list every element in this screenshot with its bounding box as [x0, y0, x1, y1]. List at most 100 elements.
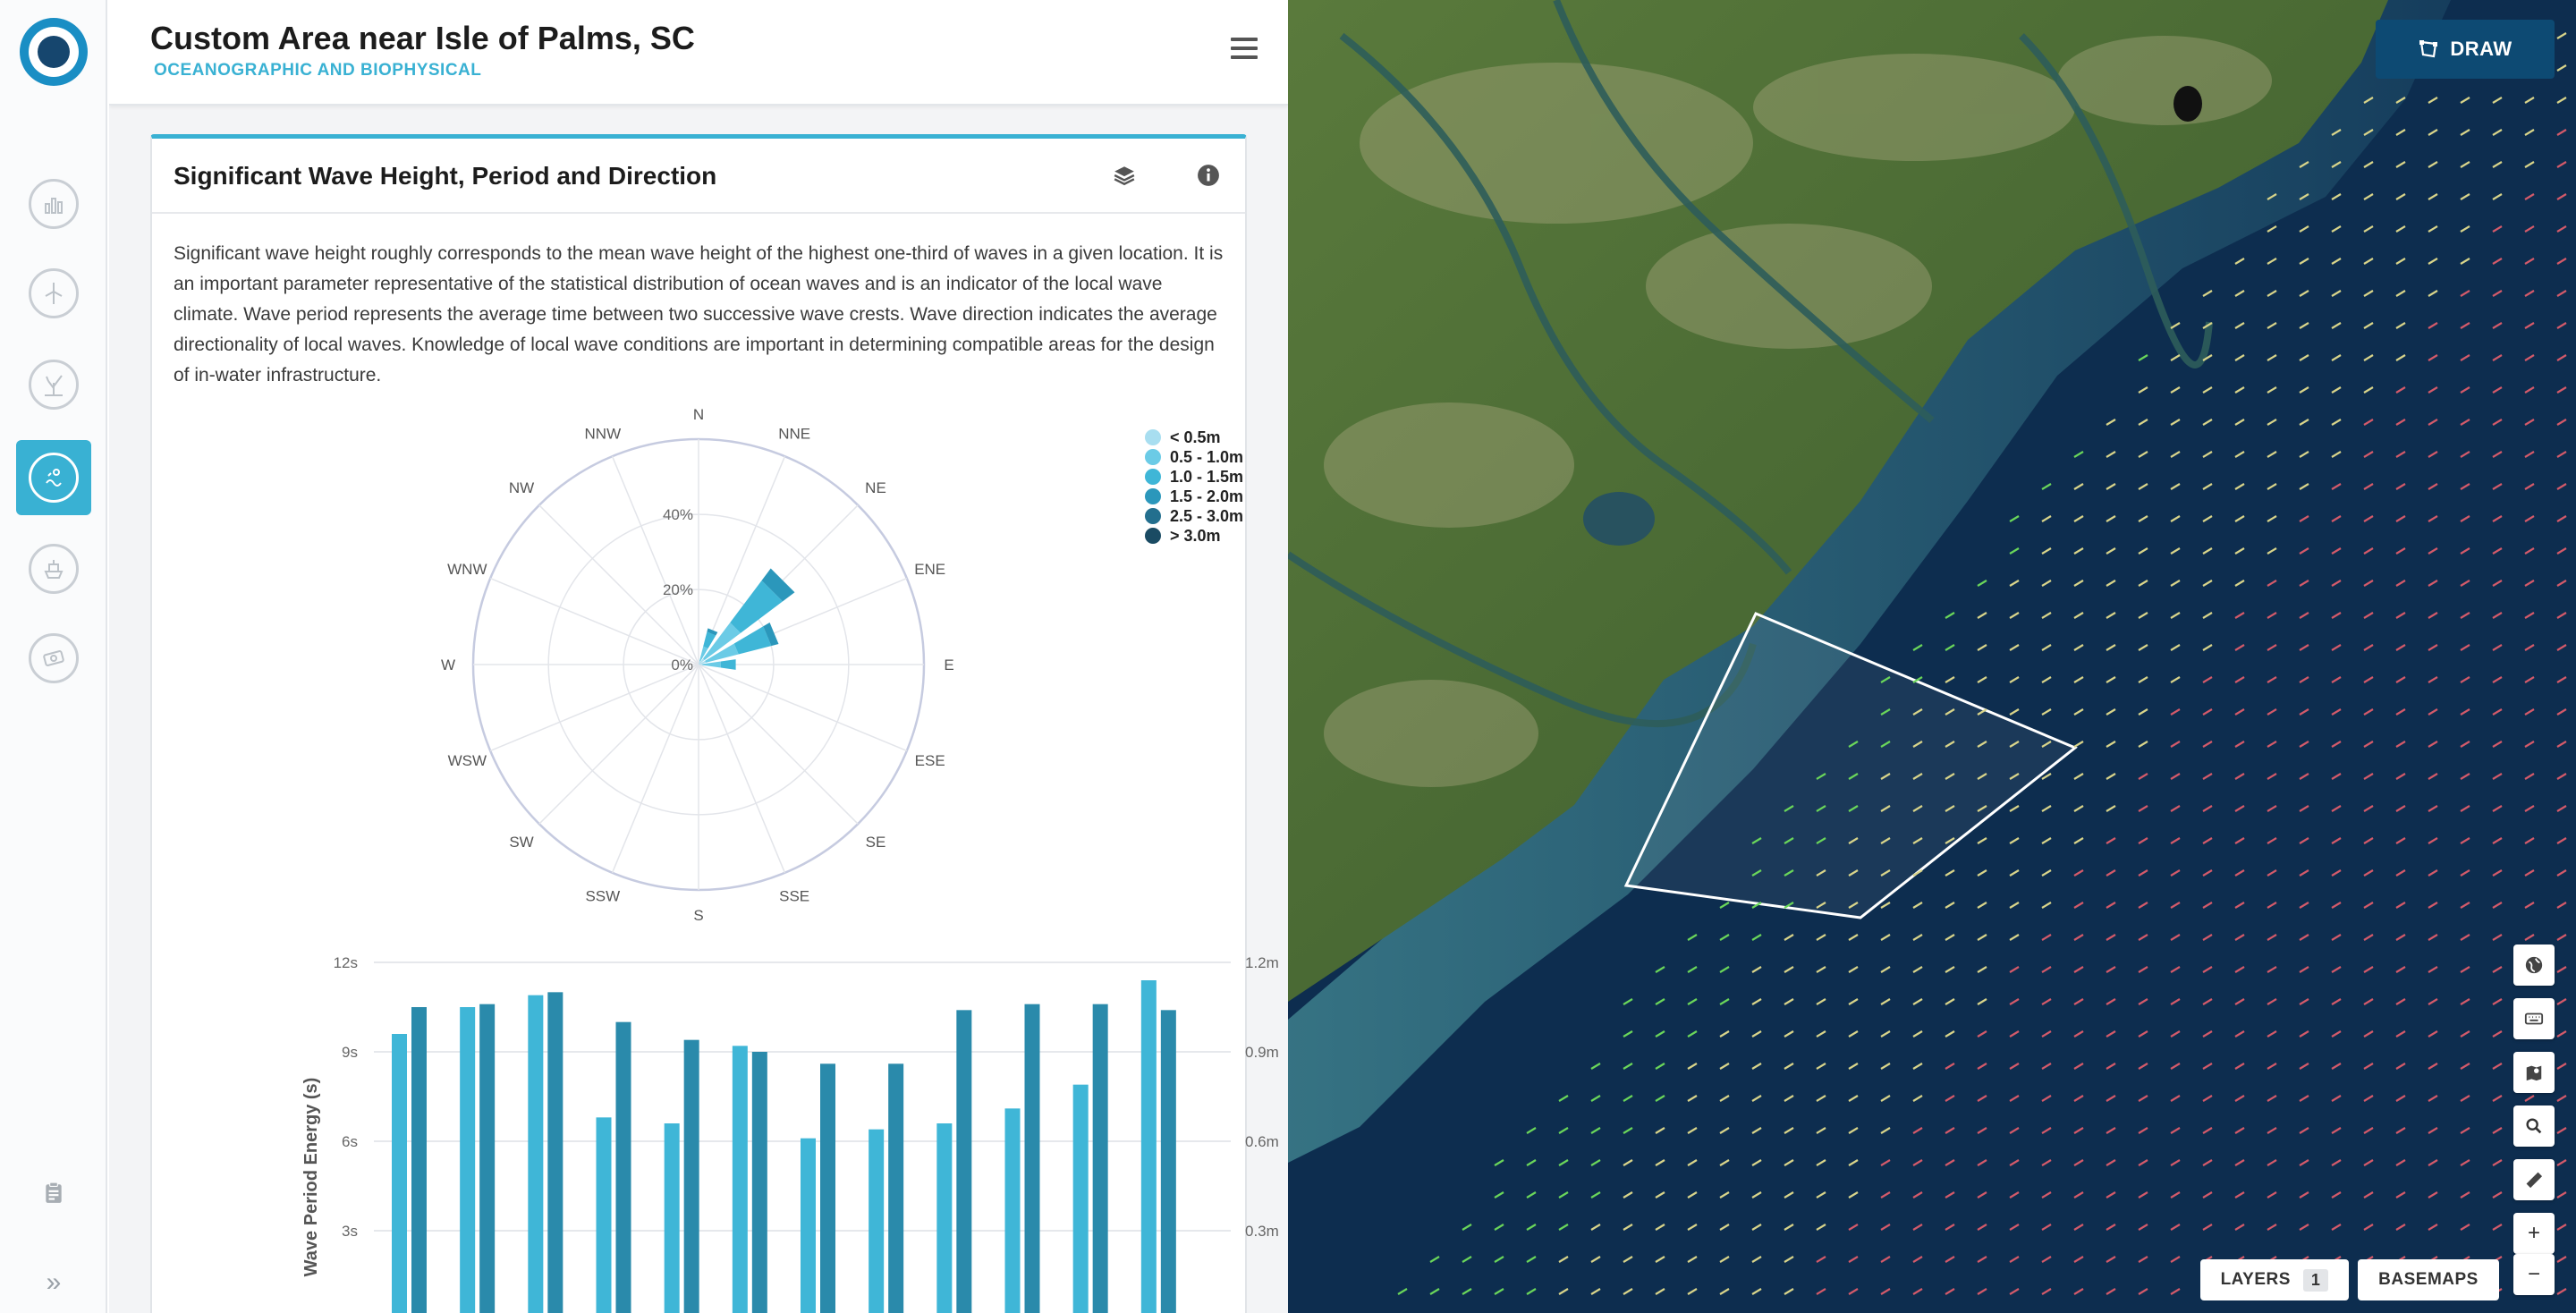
- draw-button-label: DRAW: [2450, 38, 2512, 60]
- page-title: Custom Area near Isle of Palms, SC: [150, 20, 695, 56]
- wind-turbine-icon[interactable]: [29, 268, 79, 318]
- bar-labels: 12s 9s 6s 3s 1.2m 0.9m 0.6m 0.3m Wave Period Ene…: [301, 954, 1279, 1277]
- legend-swatch: [1145, 429, 1161, 445]
- oceanographic-icon-ring: [29, 453, 79, 503]
- rose-spoke: [611, 664, 699, 874]
- zoom-in-button[interactable]: +: [2513, 1213, 2555, 1254]
- height-bar: [683, 1039, 699, 1313]
- rose-radial-tick: 20%: [663, 581, 693, 598]
- wave-period-height-chart: 12s 9s 6s 3s 1.2m 0.9m 0.6m 0.3m Wave Period Ene…: [301, 954, 1279, 1313]
- height-bar: [615, 1021, 631, 1313]
- period-bar: [732, 1046, 748, 1313]
- rose-spoke: [698, 664, 786, 874]
- oceanographic-icon[interactable]: [16, 440, 91, 515]
- bar-ytick: 9s: [342, 1044, 358, 1061]
- legend-item: 0.5 - 1.0m: [1145, 447, 1243, 467]
- period-bar: [664, 1123, 680, 1313]
- rose-direction-label: WNW: [447, 561, 487, 578]
- layers-count-badge: 1: [2302, 1268, 2329, 1292]
- coral-icon[interactable]: [29, 360, 79, 410]
- legend-swatch: [1145, 508, 1161, 524]
- rose-direction-label: E: [944, 656, 953, 673]
- period-bar: [1140, 980, 1157, 1313]
- legend-label: 1.5 - 2.0m: [1170, 487, 1244, 505]
- zoom-out-label: −: [2527, 1262, 2540, 1286]
- layers-button[interactable]: LAYERS 1: [2200, 1259, 2349, 1300]
- map-pin-icon[interactable]: [2513, 1052, 2555, 1093]
- bar-ytick: 6s: [342, 1133, 358, 1150]
- height-bar: [956, 1010, 972, 1313]
- bar-ylabel: Wave Period Energy (s): [301, 1078, 321, 1277]
- globe-icon[interactable]: [2513, 945, 2555, 986]
- satellite-map[interactable]: [1288, 0, 2576, 1313]
- page-subtitle: OCEANOGRAPHIC AND BIOPHYSICAL: [154, 61, 482, 80]
- rose-spoke: [538, 664, 699, 825]
- rose-direction-label: WSW: [448, 752, 487, 769]
- rose-direction-label: SW: [509, 834, 533, 851]
- layers-label: LAYERS: [2220, 1270, 2291, 1289]
- rose-direction-label: S: [693, 907, 703, 924]
- card-header: Significant Wave Height, Period and Dire…: [152, 139, 1245, 214]
- clipboard-icon[interactable]: [39, 1179, 68, 1207]
- legend-label: 2.5 - 3.0m: [1170, 506, 1244, 525]
- rose-direction-label: NE: [865, 479, 886, 496]
- money-icon[interactable]: [29, 633, 79, 683]
- rose-bars: [699, 568, 795, 670]
- period-bar: [596, 1117, 612, 1313]
- legend-item: 1.0 - 1.5m: [1145, 467, 1243, 487]
- rose-direction-label: SSE: [779, 888, 809, 905]
- bar-y2tick: 0.3m: [1245, 1223, 1279, 1240]
- rose-spoke: [611, 455, 699, 665]
- zoom-out-button[interactable]: −: [2513, 1254, 2555, 1295]
- keyboard-icon[interactable]: [2513, 998, 2555, 1039]
- height-bar: [820, 1063, 835, 1313]
- rose-direction-label: NW: [509, 479, 534, 496]
- bar-y2tick: 0.9m: [1245, 1044, 1279, 1061]
- height-bar: [751, 1052, 767, 1313]
- rose-spoke: [698, 664, 859, 825]
- legend-item: > 3.0m: [1145, 526, 1243, 546]
- ruler-icon[interactable]: [2513, 1159, 2555, 1200]
- period-bar: [801, 1138, 816, 1313]
- rose-direction-label: ESE: [915, 752, 945, 769]
- icon-rail: »: [0, 0, 107, 1313]
- height-bar: [888, 1063, 904, 1313]
- period-bar: [460, 1007, 476, 1313]
- report-panel: Custom Area near Isle of Palms, SC OCEAN…: [109, 0, 1288, 1313]
- layers-icon[interactable]: [1111, 162, 1138, 189]
- legend-swatch: [1145, 528, 1161, 544]
- hamburger-menu-icon[interactable]: [1231, 38, 1258, 59]
- rose-spoke: [489, 664, 699, 752]
- legend-label: > 3.0m: [1170, 526, 1221, 545]
- rose-radial-tick: 40%: [663, 506, 693, 523]
- rose-direction-label: SE: [866, 834, 886, 851]
- rose-radial-tick: 0%: [671, 656, 693, 673]
- basemaps-button[interactable]: BASEMAPS: [2358, 1259, 2499, 1300]
- legend-item: 2.5 - 3.0m: [1145, 506, 1243, 526]
- legend-swatch: [1145, 488, 1161, 504]
- zoom-in-label: +: [2527, 1221, 2540, 1245]
- legend-label: 1.0 - 1.5m: [1170, 467, 1244, 486]
- ship-icon[interactable]: [29, 544, 79, 594]
- search-icon[interactable]: [2513, 1105, 2555, 1147]
- legend-label: 0.5 - 1.0m: [1170, 447, 1244, 466]
- rose-direction-label: N: [693, 406, 704, 423]
- info-icon[interactable]: [1195, 162, 1222, 189]
- bar-ytick: 3s: [342, 1223, 358, 1240]
- basemaps-label: BASEMAPS: [2378, 1270, 2479, 1289]
- rose-wedge: [720, 659, 736, 670]
- period-bar: [392, 1034, 407, 1313]
- height-bar: [1092, 1004, 1108, 1313]
- height-bar: [411, 1007, 427, 1313]
- rose-direction-label: NNE: [778, 425, 810, 442]
- map-view[interactable]: DRAW + − LAYERS 1 BASEMAPS: [1288, 0, 2576, 1313]
- expand-chevron-icon[interactable]: »: [39, 1267, 68, 1297]
- card-title: Significant Wave Height, Period and Dire…: [174, 162, 717, 190]
- rose-direction-label: ENE: [914, 561, 945, 578]
- wave-rose-chart: N NNE NE ENE E ESE SE SSE S SSW SW WSW W WNW NW NNW 0% 20…: [441, 406, 954, 924]
- bar-chart-icon[interactable]: [29, 179, 79, 229]
- app-logo[interactable]: [20, 18, 88, 86]
- period-bar: [1004, 1108, 1021, 1313]
- draw-button[interactable]: DRAW: [2376, 20, 2555, 79]
- legend-swatch: [1145, 469, 1161, 485]
